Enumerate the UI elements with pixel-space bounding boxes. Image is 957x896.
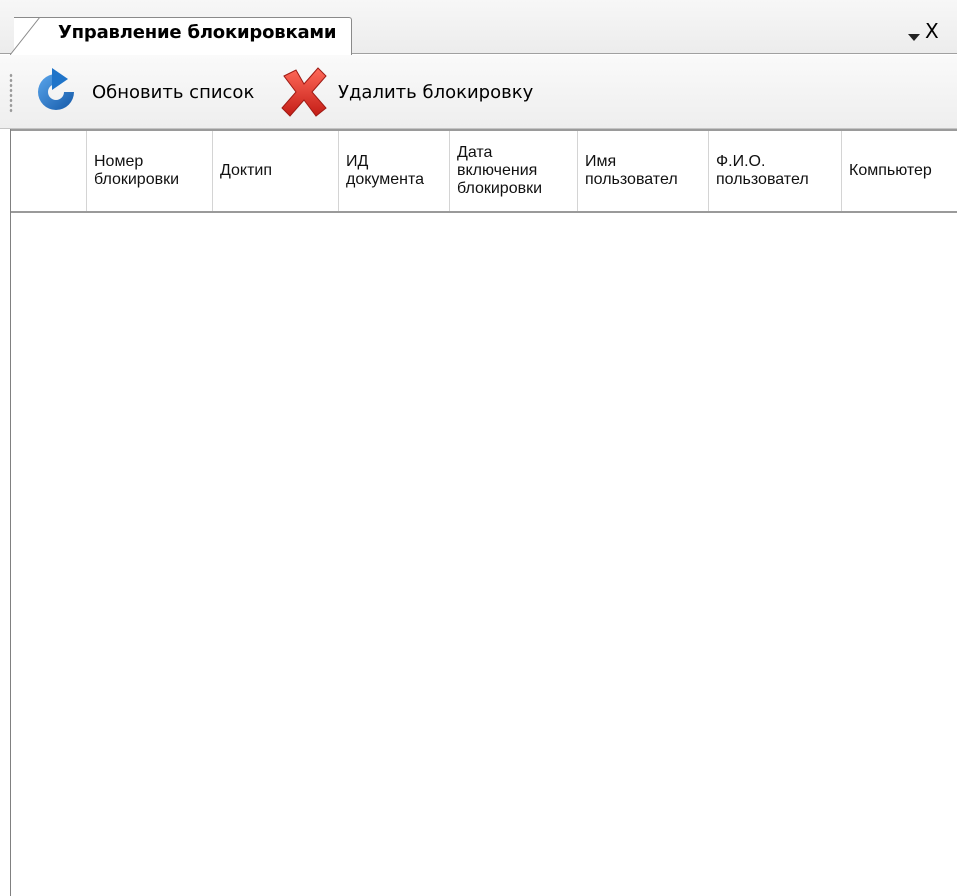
delete-lock-button[interactable]: Удалить блокировку [274, 63, 533, 121]
row-selector-header[interactable] [11, 131, 87, 211]
refresh-list-label: Обновить список [92, 81, 255, 103]
toolbar-grip[interactable] [9, 73, 13, 113]
column-header-user-full-name[interactable]: Ф.И.О. пользовател [710, 131, 842, 211]
column-header-computer[interactable]: Компьютер [843, 131, 957, 211]
column-header-doctype[interactable]: Доктип [214, 131, 339, 211]
grid-body[interactable] [11, 213, 957, 896]
grid-header: Номер блокировки Доктип ИД документа Дат… [11, 129, 957, 213]
delete-lock-label: Удалить блокировку [338, 81, 534, 103]
tab-strip: Управление блокировками X [0, 0, 957, 55]
column-header-lock-date[interactable]: Дата включения блокировки [451, 131, 578, 211]
delete-x-icon [274, 62, 334, 122]
column-header-user-name[interactable]: Имя пользовател [579, 131, 709, 211]
toolbar: Обновить список Удалить блокировку [0, 55, 957, 129]
close-icon[interactable]: X [925, 20, 947, 42]
tab-edge [10, 17, 54, 55]
column-header-lock-number[interactable]: Номер блокировки [88, 131, 213, 211]
refresh-icon [30, 66, 82, 118]
window-position-dropdown-icon[interactable] [907, 27, 921, 41]
tab-controls: X [887, 17, 957, 47]
locks-grid[interactable]: Номер блокировки Доктип ИД документа Дат… [10, 129, 957, 896]
refresh-list-button[interactable]: Обновить список [30, 63, 254, 121]
lock-management-panel: Управление блокировками X Обновить списо… [0, 0, 957, 896]
column-header-document-id[interactable]: ИД документа [340, 131, 450, 211]
tab-lock-management[interactable]: Управление блокировками [14, 17, 352, 55]
tab-title: Управление блокировками [58, 22, 337, 43]
